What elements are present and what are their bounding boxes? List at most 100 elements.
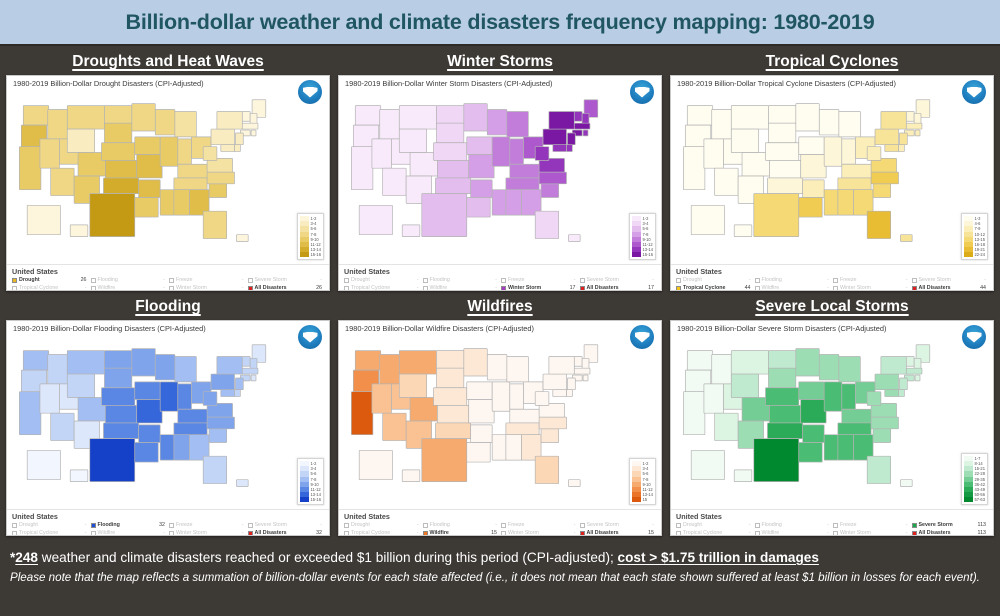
state-fl[interactable] [535, 456, 558, 483]
legend-item[interactable]: Flooding - [422, 521, 500, 529]
map-card-droughts[interactable]: 1980-2019 Billion-Dollar Drought Disaste… [6, 75, 330, 291]
state-ca[interactable] [19, 392, 41, 435]
state-tx[interactable] [422, 439, 467, 482]
state-md[interactable] [221, 390, 235, 397]
state-ma[interactable] [574, 123, 590, 129]
legend-item[interactable]: Flooding - [422, 276, 500, 284]
legend-item[interactable]: Tropical Cyclone - [12, 284, 89, 290]
state-mn[interactable] [796, 104, 819, 131]
state-wi[interactable] [487, 110, 507, 135]
state-ma[interactable] [906, 123, 922, 129]
state-md[interactable] [221, 145, 235, 152]
state-nh[interactable] [582, 113, 589, 124]
state-la[interactable] [135, 198, 158, 218]
state-fl[interactable] [535, 211, 558, 238]
state-id[interactable] [712, 110, 732, 139]
state-md[interactable] [553, 390, 567, 397]
state-sc[interactable] [541, 429, 559, 443]
state-wi[interactable] [155, 355, 175, 380]
state-mo[interactable] [469, 154, 494, 177]
state-ri[interactable] [915, 130, 920, 136]
state-ar[interactable] [139, 425, 161, 443]
state-ri[interactable] [915, 375, 920, 381]
state-ny[interactable] [549, 111, 574, 129]
state-ar[interactable] [139, 180, 161, 198]
state-ok[interactable] [103, 178, 138, 194]
state-mn[interactable] [464, 104, 487, 131]
state-sd[interactable] [768, 368, 795, 388]
state-wa[interactable] [23, 106, 48, 126]
state-ny[interactable] [881, 356, 906, 374]
legend-item[interactable]: Freeze - [501, 276, 578, 284]
state-ak[interactable] [359, 450, 392, 479]
state-nj[interactable] [235, 133, 243, 145]
state-az[interactable] [383, 413, 406, 440]
state-ky[interactable] [510, 409, 541, 423]
state-wy[interactable] [399, 374, 426, 397]
state-wy[interactable] [67, 129, 94, 152]
state-ky[interactable] [842, 164, 873, 178]
state-vt[interactable] [242, 111, 250, 121]
state-ar[interactable] [471, 180, 493, 198]
state-mt[interactable] [67, 106, 104, 129]
state-wv[interactable] [535, 392, 549, 406]
state-ia[interactable] [799, 382, 824, 400]
state-ri[interactable] [251, 130, 256, 136]
state-ks[interactable] [437, 160, 468, 178]
state-nh[interactable] [250, 113, 257, 124]
state-nc[interactable] [871, 172, 898, 184]
state-az[interactable] [715, 168, 738, 195]
state-ar[interactable] [471, 425, 493, 443]
state-id[interactable] [380, 355, 400, 384]
legend-item[interactable]: Freeze - [501, 521, 578, 529]
state-la[interactable] [799, 198, 822, 218]
state-sc[interactable] [873, 429, 891, 443]
state-ri[interactable] [583, 375, 588, 381]
map-card-wildfires[interactable]: 1980-2019 Billion-Dollar Wildfire Disast… [338, 320, 662, 536]
state-nd[interactable] [436, 351, 463, 369]
state-ny[interactable] [549, 356, 574, 374]
state-wy[interactable] [399, 129, 426, 152]
state-nh[interactable] [250, 358, 257, 369]
state-hi[interactable] [734, 470, 752, 482]
legend-item[interactable]: Wildfire - [754, 529, 832, 535]
state-wa[interactable] [687, 106, 712, 126]
state-tx[interactable] [754, 194, 799, 237]
state-mi[interactable] [839, 356, 861, 381]
state-ny[interactable] [881, 111, 906, 129]
state-ak[interactable] [691, 205, 724, 234]
state-ms[interactable] [824, 435, 838, 460]
state-mi[interactable] [507, 111, 529, 136]
state-az[interactable] [715, 413, 738, 440]
legend-item[interactable]: Severe Storm - [247, 276, 325, 284]
state-mt[interactable] [67, 351, 104, 374]
legend-item[interactable]: Freeze - [169, 521, 246, 529]
state-vt[interactable] [574, 111, 582, 121]
state-az[interactable] [51, 413, 74, 440]
state-pa[interactable] [543, 129, 566, 145]
state-pa[interactable] [211, 129, 234, 145]
state-az[interactable] [383, 168, 406, 195]
state-de[interactable] [234, 145, 240, 152]
state-mi[interactable] [175, 356, 197, 381]
state-ri[interactable] [583, 130, 588, 136]
state-ok[interactable] [103, 423, 138, 439]
legend-item[interactable]: Tropical Cyclone 44 [676, 284, 753, 290]
state-nj[interactable] [899, 378, 907, 390]
state-sd[interactable] [436, 123, 463, 143]
state-mn[interactable] [132, 349, 155, 376]
state-ca[interactable] [19, 147, 41, 190]
legend-item[interactable]: Freeze - [833, 276, 910, 284]
state-sd[interactable] [768, 123, 795, 143]
state-ne[interactable] [766, 143, 799, 161]
legend-item[interactable]: Wildfire 15 [422, 529, 500, 535]
legend-item[interactable]: Winter Storm - [833, 284, 910, 290]
state-il[interactable] [160, 382, 178, 411]
state-al[interactable] [838, 435, 854, 460]
state-ms[interactable] [160, 435, 174, 460]
state-pr[interactable] [236, 235, 248, 242]
state-ma[interactable] [242, 368, 258, 374]
state-tn[interactable] [506, 423, 539, 435]
state-ks[interactable] [105, 160, 136, 178]
state-al[interactable] [506, 435, 522, 460]
